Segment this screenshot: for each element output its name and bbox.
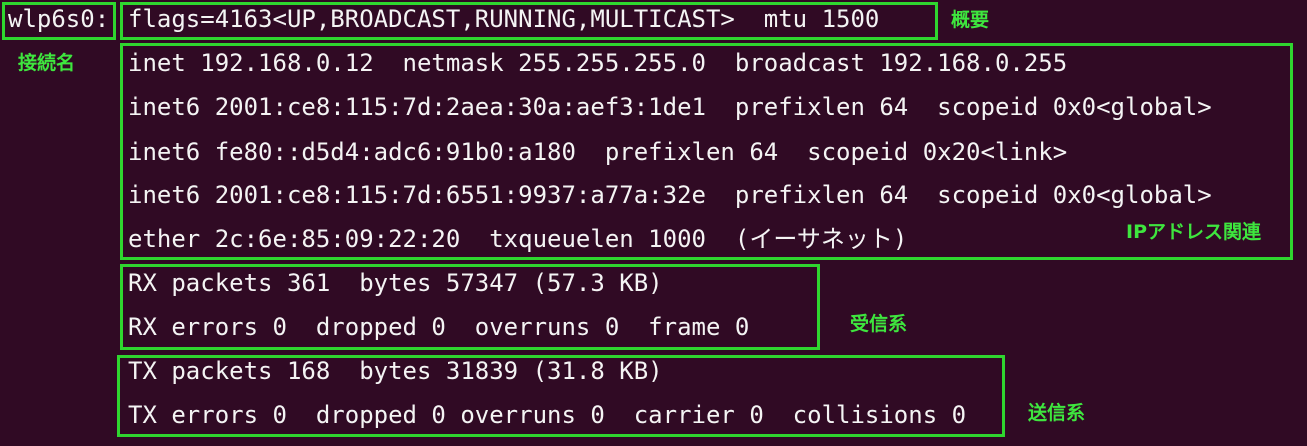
terminal-window: wlp6s0: flags=4163<UP,BROADCAST,RUNNING,… <box>0 0 1307 446</box>
summary-highlight-box <box>120 2 938 40</box>
send-annotation: 送信系 <box>1028 402 1086 424</box>
ip-related-annotation: IPアドレス関連 <box>1126 221 1261 243</box>
receive-annotation: 受信系 <box>850 313 908 335</box>
ip-highlight-box <box>120 43 1293 260</box>
overview-annotation: 概要 <box>951 9 990 31</box>
connection-name-annotation: 接続名 <box>18 52 76 74</box>
rx-highlight-box <box>120 264 820 350</box>
interface-highlight-box <box>2 2 116 40</box>
tx-highlight-box <box>117 355 1005 437</box>
